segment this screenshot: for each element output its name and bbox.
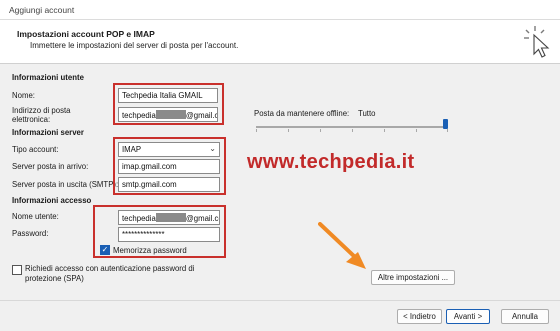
offline-slider-thumb[interactable] bbox=[443, 119, 448, 129]
section-user-info: Informazioni utente bbox=[12, 73, 84, 82]
title-bar: Aggiungi account bbox=[0, 0, 560, 20]
outgoing-server-label: Server posta in uscita (SMTP): bbox=[12, 180, 119, 189]
password-field[interactable]: ************** bbox=[118, 227, 220, 242]
header-title: Impostazioni account POP e IMAP bbox=[17, 29, 155, 39]
cancel-button[interactable]: Annulla bbox=[501, 309, 549, 324]
redacted-mask bbox=[155, 110, 186, 119]
section-server-info: Informazioni server bbox=[12, 128, 84, 137]
dialog-footer: < Indietro Avanti > Annulla bbox=[0, 300, 560, 331]
spa-label-line2: protezione (SPA) bbox=[25, 274, 84, 283]
email-prefix: techpedia bbox=[122, 111, 156, 120]
chevron-down-icon: ⌄ bbox=[209, 144, 216, 153]
email-suffix: @gmail.co bbox=[185, 111, 217, 120]
offline-mail-label: Posta da mantenere offline: bbox=[254, 109, 350, 118]
offline-slider-ticks bbox=[256, 129, 448, 133]
username-suffix: @gmail.co bbox=[185, 214, 220, 223]
username-prefix: techpedia bbox=[122, 214, 156, 223]
offline-mail-value: Tutto bbox=[358, 109, 376, 118]
remember-password-checkbox[interactable]: ✓ bbox=[100, 245, 110, 255]
account-type-label: Tipo account: bbox=[12, 145, 59, 154]
offline-slider-track[interactable] bbox=[256, 126, 448, 128]
next-button[interactable]: Avanti > bbox=[446, 309, 490, 324]
email-label-line1: Indirizzo di posta bbox=[12, 106, 71, 115]
settings-panel: Informazioni utente Nome: Techpedia Ital… bbox=[0, 65, 560, 300]
account-type-select[interactable]: IMAP ⌄ bbox=[118, 142, 220, 157]
remember-password-label: Memorizza password bbox=[113, 246, 187, 255]
back-button[interactable]: < Indietro bbox=[397, 309, 442, 324]
email-field[interactable]: techpedia @gmail.co bbox=[118, 107, 218, 122]
pointer-click-icon bbox=[524, 26, 550, 58]
name-field[interactable]: Techpedia Italia GMAIL bbox=[118, 88, 218, 103]
outgoing-server-field[interactable]: smtp.gmail.com bbox=[118, 177, 220, 192]
username-field[interactable]: techpedia @gmail.co bbox=[118, 210, 220, 225]
arrow-annotation-icon bbox=[318, 222, 366, 269]
window-title: Aggiungi account bbox=[9, 5, 75, 15]
section-login-info: Informazioni accesso bbox=[12, 196, 92, 205]
incoming-server-field[interactable]: imap.gmail.com bbox=[118, 159, 220, 174]
name-label: Nome: bbox=[12, 91, 35, 100]
more-settings-button[interactable]: Altre impostazioni ... bbox=[371, 270, 455, 285]
email-label-line2: elettronica: bbox=[12, 115, 51, 124]
username-label: Nome utente: bbox=[12, 212, 59, 221]
password-label: Password: bbox=[12, 229, 49, 238]
spa-checkbox[interactable] bbox=[12, 265, 22, 275]
spa-label-line1: Richiedi accesso con autenticazione pass… bbox=[25, 264, 195, 273]
account-type-value: IMAP bbox=[122, 145, 142, 154]
watermark: www.techpedia.it bbox=[247, 151, 415, 173]
header-subtitle: Immettere le impostazioni del server di … bbox=[30, 41, 239, 50]
incoming-server-label: Server posta in arrivo: bbox=[12, 162, 89, 171]
redacted-mask bbox=[155, 213, 186, 222]
dialog-header: Impostazioni account POP e IMAP Immetter… bbox=[0, 20, 560, 64]
